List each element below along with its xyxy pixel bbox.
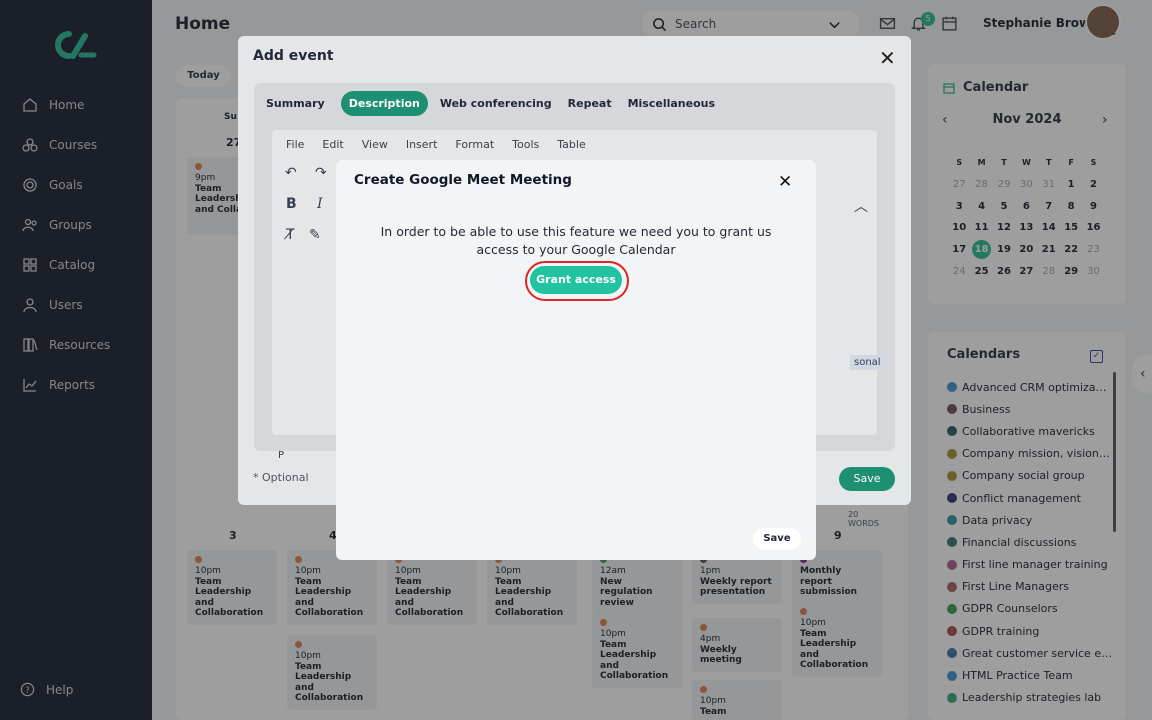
tab-bar: Summary Description Web conferencing Rep… — [266, 91, 731, 116]
dialog-message: In order to be able to use this feature … — [336, 223, 816, 259]
grant-access-button[interactable]: Grant access — [530, 266, 622, 294]
close-icon[interactable]: ✕ — [778, 172, 792, 192]
redo-icon[interactable]: ↷ — [315, 165, 327, 181]
tab-miscellaneous[interactable]: Miscellaneous — [628, 97, 715, 110]
italic-icon[interactable]: I — [317, 196, 323, 212]
google-meet-dialog: Create Google Meet Meeting ✕ In order to… — [336, 160, 816, 560]
dialog-title: Create Google Meet Meeting — [354, 172, 572, 188]
undo-icon[interactable]: ↶ — [285, 165, 297, 181]
message-line: access to your Google Calendar — [476, 242, 676, 257]
element-path: P — [278, 450, 285, 461]
optional-note: * Optional — [253, 471, 309, 484]
close-icon[interactable]: ✕ — [879, 46, 896, 70]
menu-edit[interactable]: Edit — [322, 138, 343, 151]
menu-table[interactable]: Table — [557, 138, 585, 151]
tab-web-conferencing[interactable]: Web conferencing — [440, 97, 552, 110]
menu-tools[interactable]: Tools — [512, 138, 539, 151]
editor-menubar: File Edit View Insert Format Tools Table — [286, 138, 604, 151]
menu-file[interactable]: File — [286, 138, 304, 151]
chevron-up-icon[interactable]: ︿ — [854, 196, 868, 216]
menu-view[interactable]: View — [362, 138, 388, 151]
menu-format[interactable]: Format — [455, 138, 494, 151]
clear-format-icon[interactable]: T̸ — [286, 227, 295, 243]
save-button[interactable]: Save — [753, 528, 801, 550]
save-button[interactable]: Save — [839, 467, 895, 491]
tab-description[interactable]: Description — [340, 91, 428, 116]
word-count: 20 WORDS — [848, 510, 880, 528]
tab-repeat[interactable]: Repeat — [568, 97, 612, 110]
menu-insert[interactable]: Insert — [406, 138, 438, 151]
calendar-label: sonal — [850, 355, 885, 370]
modal-title: Add event — [253, 48, 334, 64]
message-line: In order to be able to use this feature … — [380, 224, 772, 239]
highlight-icon[interactable]: ✎ — [309, 227, 321, 243]
tab-summary[interactable]: Summary — [266, 97, 325, 110]
bold-icon[interactable]: B — [286, 196, 297, 212]
